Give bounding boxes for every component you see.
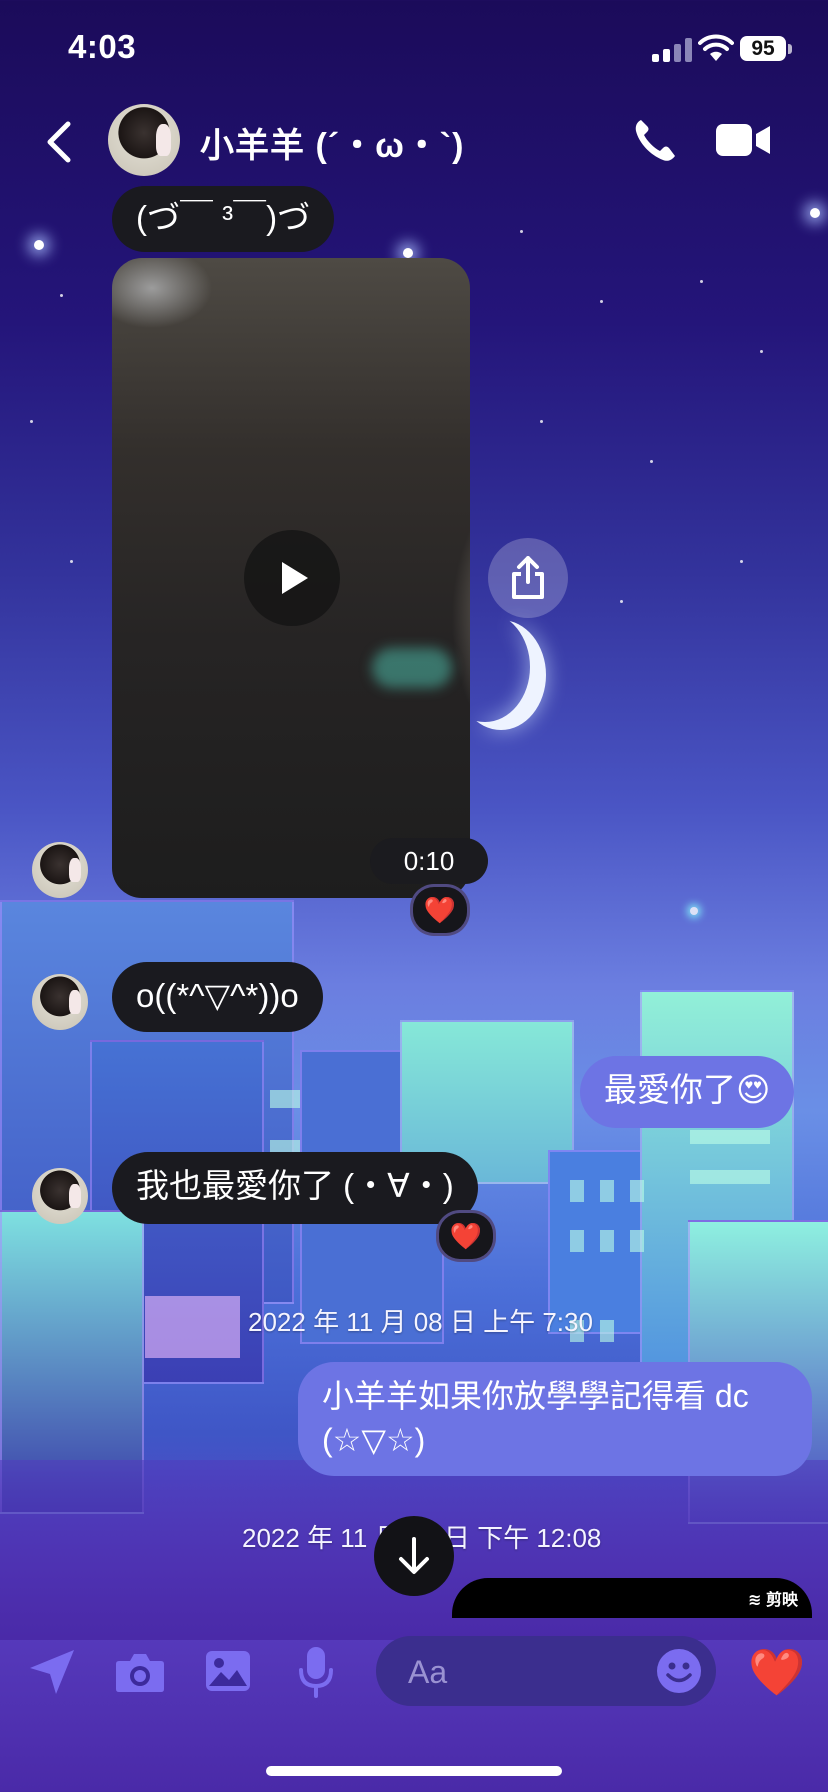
share-button[interactable]	[488, 538, 568, 618]
phone-icon	[635, 120, 675, 161]
emoji-button[interactable]	[656, 1648, 702, 1699]
battery-tip	[788, 44, 792, 54]
arrow-down-icon	[399, 1537, 429, 1574]
home-indicator	[266, 1766, 562, 1776]
sender-avatar[interactable]	[32, 1168, 88, 1224]
microphone-icon	[299, 1647, 333, 1698]
video-call-button[interactable]	[716, 122, 770, 163]
navigation-arrow-icon	[30, 1650, 74, 1694]
message-bubble-sent[interactable]: 小羊羊如果你放學學記得看 dc (☆▽☆)	[298, 1362, 812, 1476]
play-button[interactable]	[244, 530, 340, 626]
star-decoration	[34, 240, 44, 250]
like-heart-button[interactable]: ❤️	[748, 1644, 805, 1700]
wifi-icon	[698, 34, 734, 67]
smiley-icon	[657, 1649, 701, 1693]
capcut-watermark: ≋ 剪映	[748, 1592, 798, 1609]
message-input[interactable]	[406, 1636, 640, 1708]
chevron-left-icon	[47, 121, 71, 163]
camera-icon	[116, 1654, 164, 1692]
message-bubble-sent[interactable]: 最愛你了😍	[580, 1056, 795, 1128]
reaction-badge[interactable]: ❤️	[410, 884, 470, 936]
battery-indicator: 95	[740, 36, 786, 61]
video-camera-icon	[716, 124, 770, 156]
contact-avatar[interactable]	[108, 104, 180, 176]
message-bubble-received[interactable]: o((*^▽^*))o	[112, 962, 323, 1032]
location-button[interactable]	[26, 1646, 78, 1698]
gallery-button[interactable]	[204, 1648, 252, 1694]
message-bubble-received[interactable]: (づ￣ ³￣)づ	[112, 186, 335, 252]
play-icon	[282, 562, 308, 594]
contact-name[interactable]: 小羊羊 (´・ω・`)	[200, 118, 464, 167]
message-composer[interactable]	[376, 1636, 716, 1708]
signal-icon	[652, 38, 694, 67]
message-text-line: 小羊羊如果你放學學記得看 dc	[322, 1378, 749, 1414]
reaction-badge[interactable]: ❤️	[436, 1210, 496, 1262]
share-icon	[512, 556, 544, 599]
status-time: 4:03	[68, 28, 137, 65]
video-duration: 0:10	[370, 838, 488, 884]
scroll-to-bottom-button[interactable]	[374, 1516, 454, 1596]
video-message-partial[interactable]: ≋ 剪映	[452, 1578, 812, 1618]
message-bubble-received[interactable]: 我也最愛你了 (・∀・)	[112, 1152, 478, 1224]
voice-call-button[interactable]	[632, 116, 678, 169]
camera-button[interactable]	[114, 1648, 166, 1696]
voice-message-button[interactable]	[296, 1644, 336, 1700]
sender-avatar[interactable]	[32, 842, 88, 898]
image-icon	[206, 1651, 250, 1691]
back-button[interactable]	[40, 118, 80, 166]
sender-avatar[interactable]	[32, 974, 88, 1030]
star-decoration	[403, 248, 413, 258]
star-decoration	[810, 208, 820, 218]
timestamp: 2022 年 11 月 08 日 上午 7:30	[248, 1307, 593, 1337]
message-text-line: (☆▽☆)	[322, 1422, 426, 1458]
